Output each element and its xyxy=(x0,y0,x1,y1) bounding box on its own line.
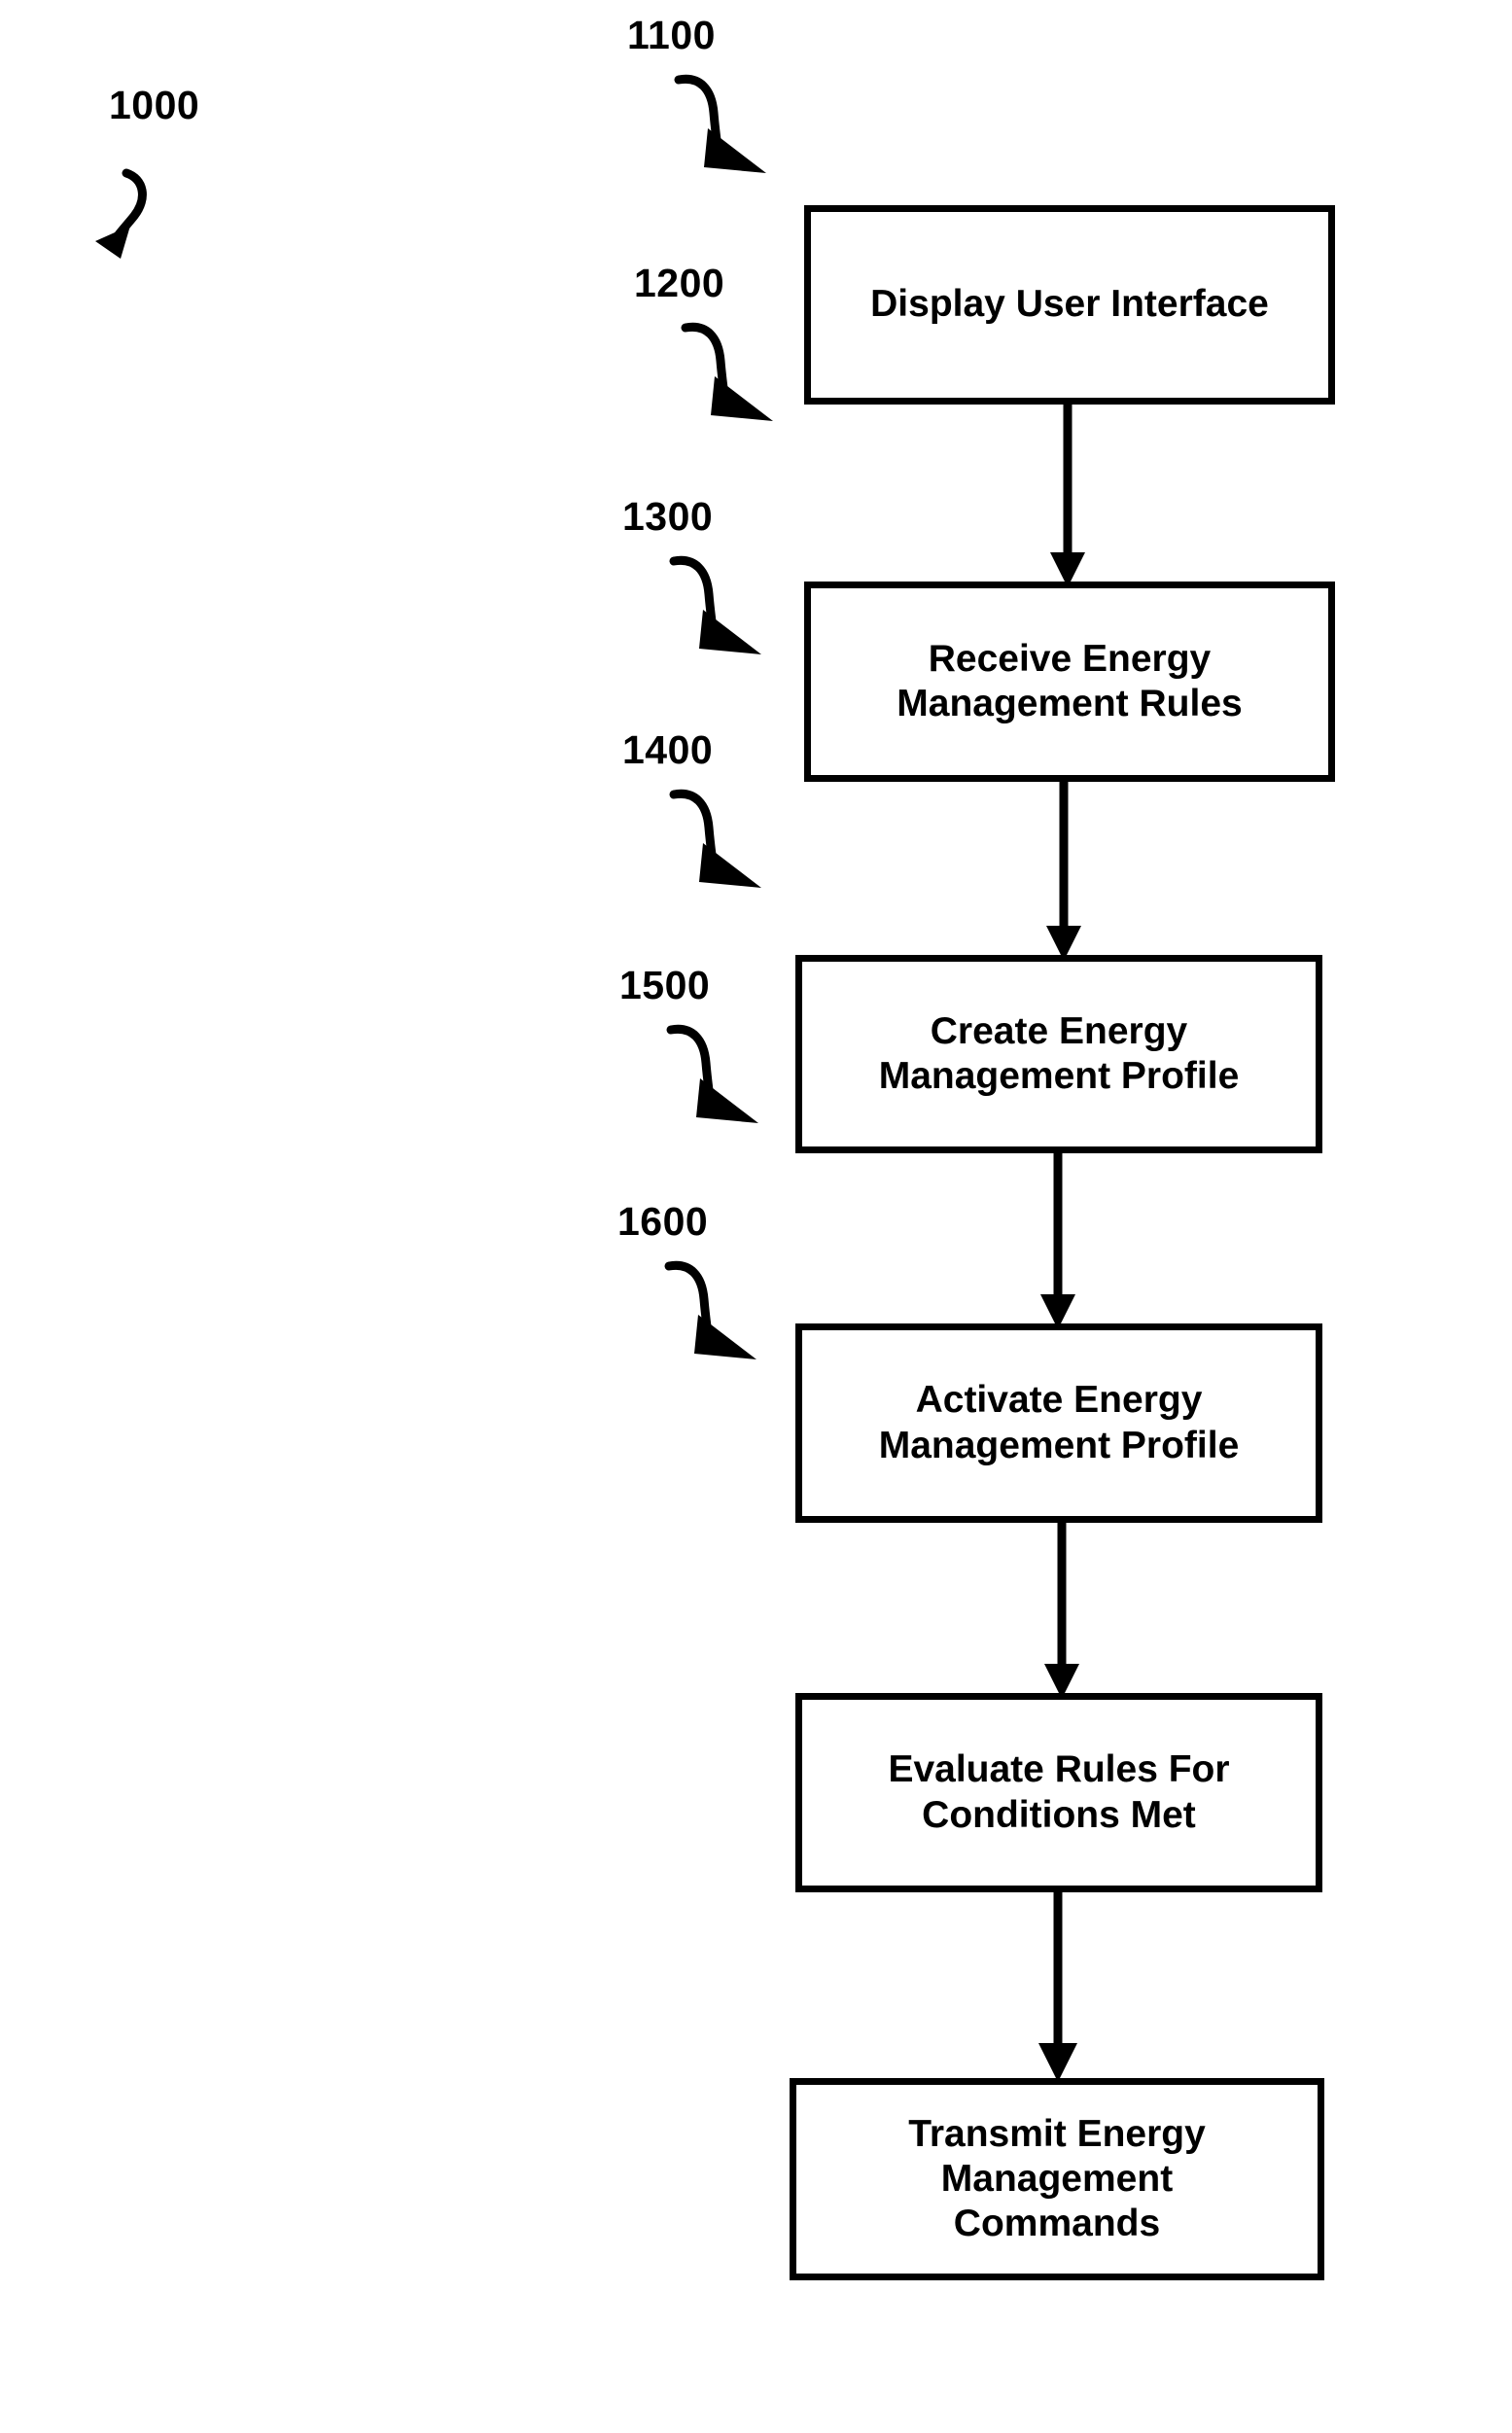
connector-arrow-1200-to-1300 xyxy=(1046,780,1081,961)
process-box-create-energy-management-profile[interactable]: Create Energy Management Profile xyxy=(795,955,1322,1153)
process-box-evaluate-rules-for-conditions-met[interactable]: Evaluate Rules For Conditions Met xyxy=(795,1693,1322,1892)
lead-line-1400 xyxy=(669,789,761,888)
connector-arrow-1100-to-1200 xyxy=(1050,403,1085,587)
process-box-display-user-interface[interactable]: Display User Interface xyxy=(804,205,1335,405)
step-ref-label-1600: 1600 xyxy=(617,1199,709,1244)
figure-ref-label-1000: 1000 xyxy=(109,83,200,127)
lead-line-1000 xyxy=(95,168,147,259)
process-box-transmit-energy-management-commands[interactable]: Transmit Energy Management Commands xyxy=(790,2078,1324,2280)
lead-line-1100 xyxy=(674,74,766,173)
process-box-label: Evaluate Rules For Conditions Met xyxy=(888,1748,1230,1836)
connector-arrow-1300-to-1400 xyxy=(1040,1151,1075,1329)
step-ref-label-1400: 1400 xyxy=(622,727,714,772)
connector-arrow-1500-to-1600 xyxy=(1038,1890,1077,2082)
patent-flowchart-figure: 1000 1100 Display User Interface 1200 Re… xyxy=(0,0,1512,2433)
connector-arrow-1400-to-1500 xyxy=(1044,1521,1079,1699)
step-ref-label-1200: 1200 xyxy=(634,261,725,305)
process-box-label: Transmit Energy Management Commands xyxy=(908,2112,1206,2244)
process-box-label: Activate Energy Management Profile xyxy=(878,1379,1240,1466)
step-ref-label-1100: 1100 xyxy=(627,13,716,57)
step-ref-label-1500: 1500 xyxy=(619,963,711,1007)
process-box-label: Create Energy Management Profile xyxy=(878,1009,1240,1097)
process-box-receive-energy-management-rules[interactable]: Receive Energy Management Rules xyxy=(804,582,1335,782)
process-box-label: Receive Energy Management Rules xyxy=(897,637,1243,724)
process-box-label: Display User Interface xyxy=(870,283,1269,326)
step-ref-label-1300: 1300 xyxy=(622,494,714,539)
process-box-activate-energy-management-profile[interactable]: Activate Energy Management Profile xyxy=(795,1323,1322,1523)
